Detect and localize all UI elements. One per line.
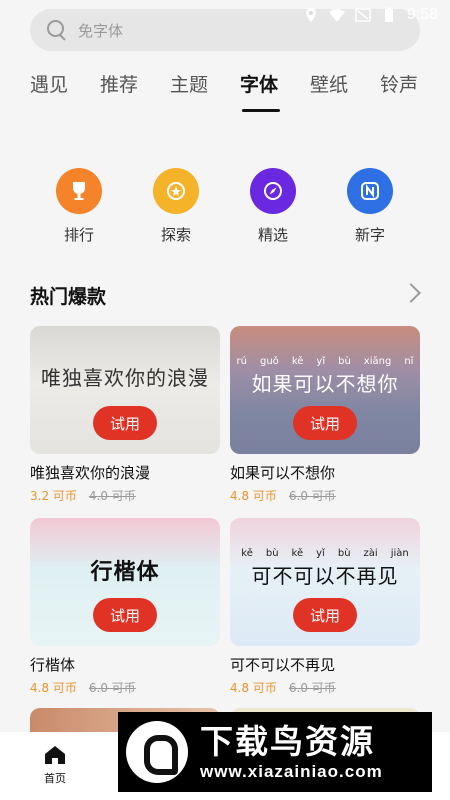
try-button[interactable]: 试用 [293,406,357,440]
pinyin-syllable: yǐ [316,548,325,559]
original-price: 4.0 可币 [88,489,136,503]
price-row: 4.8 可币 6.0 可币 [230,487,420,504]
quick-link-label: 探索 [160,226,191,244]
original-price: 6.0 可币 [88,681,136,695]
pinyin-syllable: bù [337,548,351,559]
price: 4.8 可币 [230,489,277,503]
price-row: 4.8 可币 6.0 可币 [230,679,420,696]
pinyin-syllable: rú [236,356,247,367]
font-name: 如果可以不想你 [230,464,336,482]
price-row: 4.8 可币 6.0 可币 [30,679,220,696]
font-preview-text: 行楷体 [90,559,160,585]
pinyin-syllable: yǐ [316,356,326,367]
font-name: 行楷体 [30,656,76,674]
tab-theme[interactable]: 主题 [170,70,240,110]
try-button[interactable]: 试用 [93,406,157,440]
search-icon [46,19,68,41]
font-preview-image: 行楷体 试用 [30,518,220,646]
watermark-title: 下载鸟资源 [200,722,375,761]
nav-home[interactable]: 首页 [44,744,66,786]
pinyin-syllable: nǐ [404,356,414,367]
quick-link-new[interactable]: 新字 [347,168,393,245]
watermark-text: 下载鸟资源 www.xiazainiao.com [200,722,383,782]
pinyin-syllable: xiǎng [363,356,392,367]
watermark-url: www.xiazainiao.com [200,762,383,781]
original-price: 6.0 可币 [288,489,336,503]
no-signal-icon [355,8,371,22]
font-card[interactable]: rú guǒ kě yǐ bù xiǎng nǐ 如果可以不想你 试用 如果可以… [230,326,420,504]
bird-logo-icon [126,721,188,783]
compass-icon [250,168,296,214]
tab-wallpaper[interactable]: 壁纸 [310,70,380,110]
font-card[interactable]: kě bù kě yǐ bù zài jiàn 可不可以不再见 试用 可不可以不… [230,518,420,696]
font-preview-image: rú guǒ kě yǐ bù xiǎng nǐ 如果可以不想你 试用 [230,326,420,454]
pinyin-syllable: bù [265,548,279,559]
quick-link-label: 精选 [257,226,288,244]
battery-icon [384,7,393,22]
pinyin-syllable: guǒ [260,356,279,367]
star-badge-icon [153,168,199,214]
font-card[interactable]: 行楷体 试用 行楷体 4.8 可币 6.0 可币 [30,518,220,696]
pinyin-syllable: kě [241,548,253,559]
pinyin-row: kě bù kě yǐ bù zài jiàn [230,548,420,559]
new-n-icon [347,168,393,214]
quick-link-label: 新字 [354,226,385,244]
trophy-icon [56,168,102,214]
quick-link-explore[interactable]: 探索 [153,168,199,245]
category-tabs: 遇见 推荐 主题 字体 壁纸 铃声 [30,70,450,112]
font-name: 唯独喜欢你的浪漫 [30,464,151,482]
tab-font[interactable]: 字体 [240,70,310,112]
quick-link-featured[interactable]: 精选 [250,168,296,245]
chevron-right-icon[interactable] [401,283,421,303]
price: 4.8 可币 [30,681,77,695]
status-time: 9:58 [406,6,438,23]
pinyin-row: rú guǒ kě yǐ bù xiǎng nǐ [230,356,420,367]
font-preview-image: 唯独喜欢你的浪漫 试用 [30,326,220,454]
pinyin-syllable: kě [291,356,304,367]
wifi-icon [328,9,345,22]
watermark: 下载鸟资源 www.xiazainiao.com [118,712,432,792]
font-preview-text: 可不可以不再见 [251,564,399,588]
original-price: 6.0 可币 [288,681,336,695]
pinyin-syllable: bù [338,356,351,367]
price-row: 3.2 可币 4.0 可币 [30,487,220,504]
quick-link-ranking[interactable]: 排行 [56,168,102,245]
pinyin-syllable: zài [363,548,378,559]
font-name: 可不可以不再见 [230,656,336,674]
search-input[interactable]: 免字体 [78,20,123,41]
nav-home-label: 首页 [44,772,66,785]
font-card[interactable]: 唯独喜欢你的浪漫 试用 唯独喜欢你的浪漫 3.2 可币 4.0 可币 [30,326,220,504]
section-title: 热门爆款 [30,286,107,308]
location-icon [305,8,316,22]
try-button[interactable]: 试用 [93,598,157,632]
tab-recommend[interactable]: 推荐 [100,70,170,110]
pinyin-syllable: jiàn [390,548,409,559]
price: 4.8 可币 [230,681,277,695]
status-bar: 9:58 [303,0,450,30]
font-preview-text: 如果可以不想你 [251,372,399,396]
font-preview-image: kě bù kě yǐ bù zài jiàn 可不可以不再见 试用 [230,518,420,646]
tab-encounter[interactable]: 遇见 [30,70,100,110]
font-preview-text: 唯独喜欢你的浪漫 [41,366,209,390]
try-button[interactable]: 试用 [293,598,357,632]
price: 3.2 可币 [30,489,77,503]
pinyin-syllable: kě [291,548,304,559]
home-icon [45,746,65,764]
quick-link-label: 排行 [63,226,94,244]
tab-ringtone[interactable]: 铃声 [380,70,450,110]
